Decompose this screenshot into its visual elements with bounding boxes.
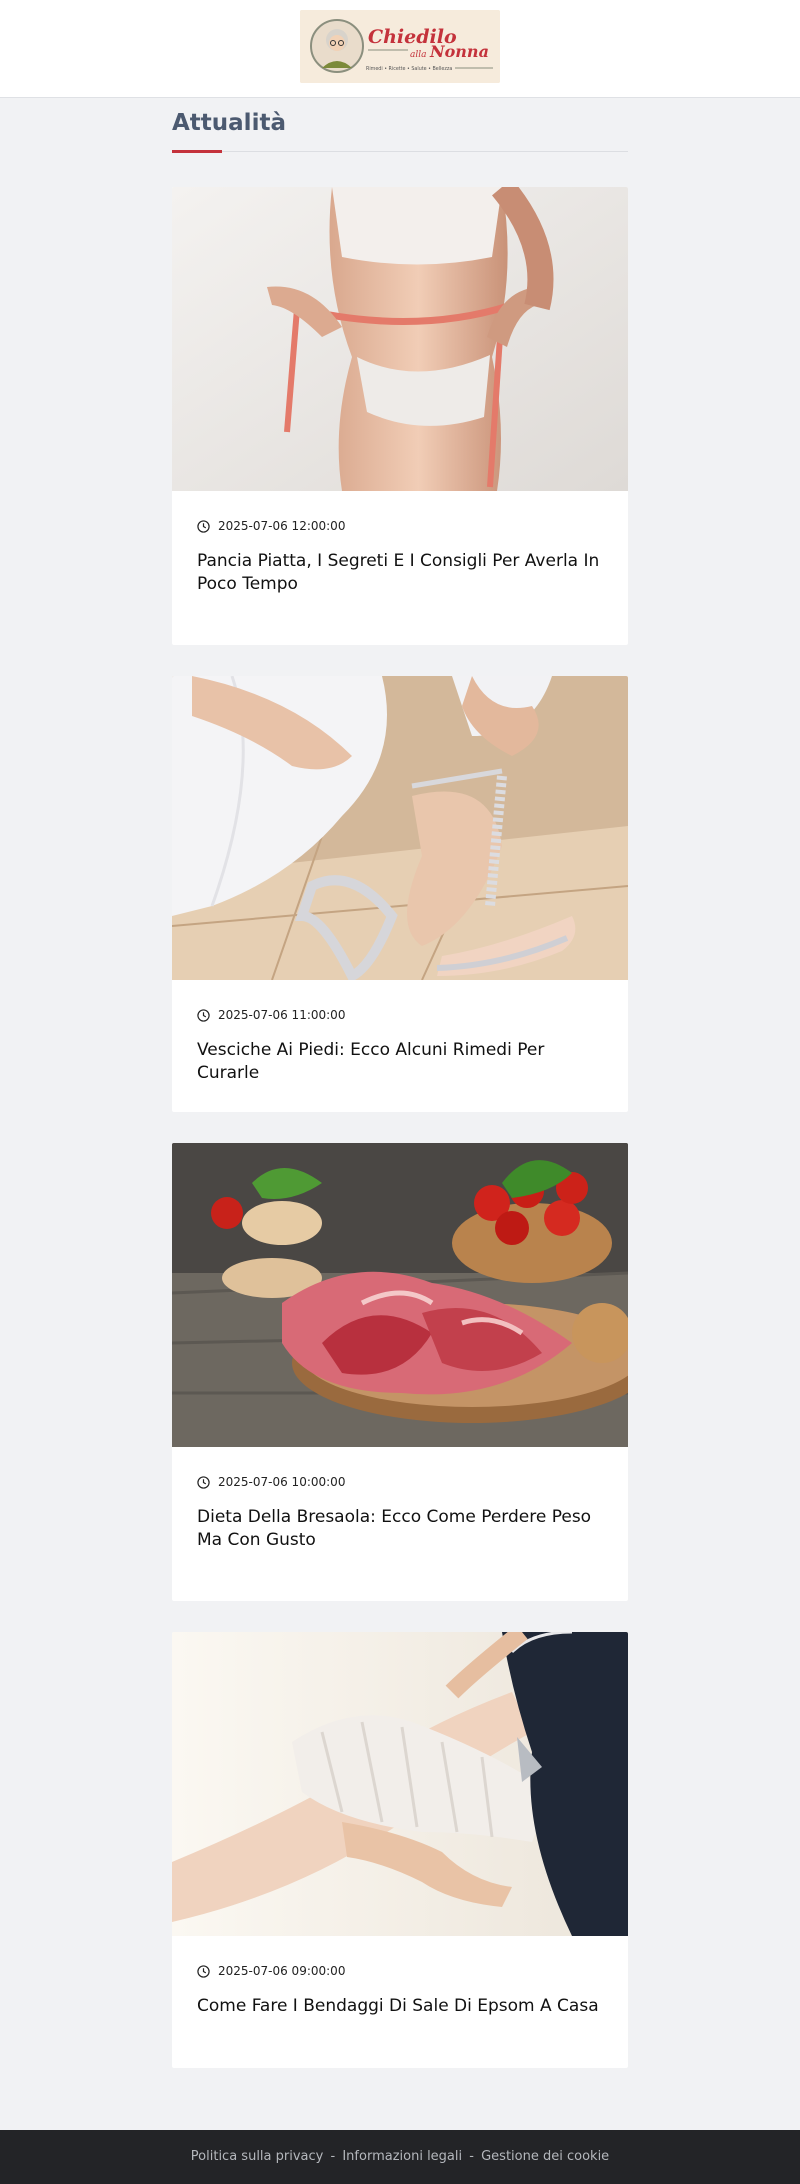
footer-separator: - xyxy=(469,2149,474,2164)
cookie-settings-link[interactable]: Gestione dei cookie xyxy=(481,2149,609,2164)
legal-info-link[interactable]: Informazioni legali xyxy=(342,2149,462,2164)
leg-bandage-photo[interactable] xyxy=(172,1632,628,1936)
clock-icon xyxy=(197,1475,210,1489)
article-timestamp: 2025-07-06 10:00:00 xyxy=(218,1475,346,1489)
article-meta: 2025-07-06 12:00:00 xyxy=(197,519,345,533)
privacy-policy-link[interactable]: Politica sulla privacy xyxy=(191,2149,324,2164)
article-title-link[interactable]: Vesciche Ai Piedi: Ecco Alcuni Rimedi Pe… xyxy=(197,1039,607,1085)
title-divider xyxy=(172,151,628,152)
page-title: Attualità xyxy=(172,110,286,136)
title-accent-bar xyxy=(172,150,222,153)
logo-subtitle: Nonna xyxy=(429,42,489,61)
article-timestamp: 2025-07-06 12:00:00 xyxy=(218,519,346,533)
cured-meat-platter-photo[interactable] xyxy=(172,1143,628,1447)
logo-tagline: Rimedi • Ricette • Salute • Bellezza xyxy=(366,66,452,72)
site-footer: Politica sulla privacy - Informazioni le… xyxy=(0,2130,800,2184)
article-meta: 2025-07-06 11:00:00 xyxy=(197,1008,345,1022)
article-meta: 2025-07-06 10:00:00 xyxy=(197,1475,345,1489)
sandal-feet-photo[interactable] xyxy=(172,676,628,980)
site-logo[interactable]: Chiedilo alla Nonna Rimedi • Ricette • S… xyxy=(300,10,500,83)
clock-icon xyxy=(197,519,210,533)
article-meta: 2025-07-06 09:00:00 xyxy=(197,1964,345,1978)
clock-icon xyxy=(197,1008,210,1022)
site-header: Chiedilo alla Nonna Rimedi • Ricette • S… xyxy=(0,0,800,98)
article-card[interactable]: 2025-07-06 11:00:00 Vesciche Ai Piedi: E… xyxy=(172,676,628,1112)
waist-measuring-tape-photo[interactable] xyxy=(172,187,628,491)
article-card[interactable]: 2025-07-06 09:00:00 Come Fare I Bendaggi… xyxy=(172,1632,628,2068)
clock-icon xyxy=(197,1964,210,1978)
article-card[interactable]: 2025-07-06 12:00:00 Pancia Piatta, I Seg… xyxy=(172,187,628,645)
article-timestamp: 2025-07-06 11:00:00 xyxy=(218,1008,346,1022)
article-timestamp: 2025-07-06 09:00:00 xyxy=(218,1964,346,1978)
article-title-link[interactable]: Come Fare I Bendaggi Di Sale Di Epsom A … xyxy=(197,1995,607,2018)
logo-subtitle-small: alla xyxy=(410,50,427,60)
footer-separator: - xyxy=(330,2149,336,2164)
article-title-link[interactable]: Dieta Della Bresaola: Ecco Come Perdere … xyxy=(197,1506,607,1552)
article-card[interactable]: 2025-07-06 10:00:00 Dieta Della Bresaola… xyxy=(172,1143,628,1601)
article-title-link[interactable]: Pancia Piatta, I Segreti E I Consigli Pe… xyxy=(197,550,607,596)
